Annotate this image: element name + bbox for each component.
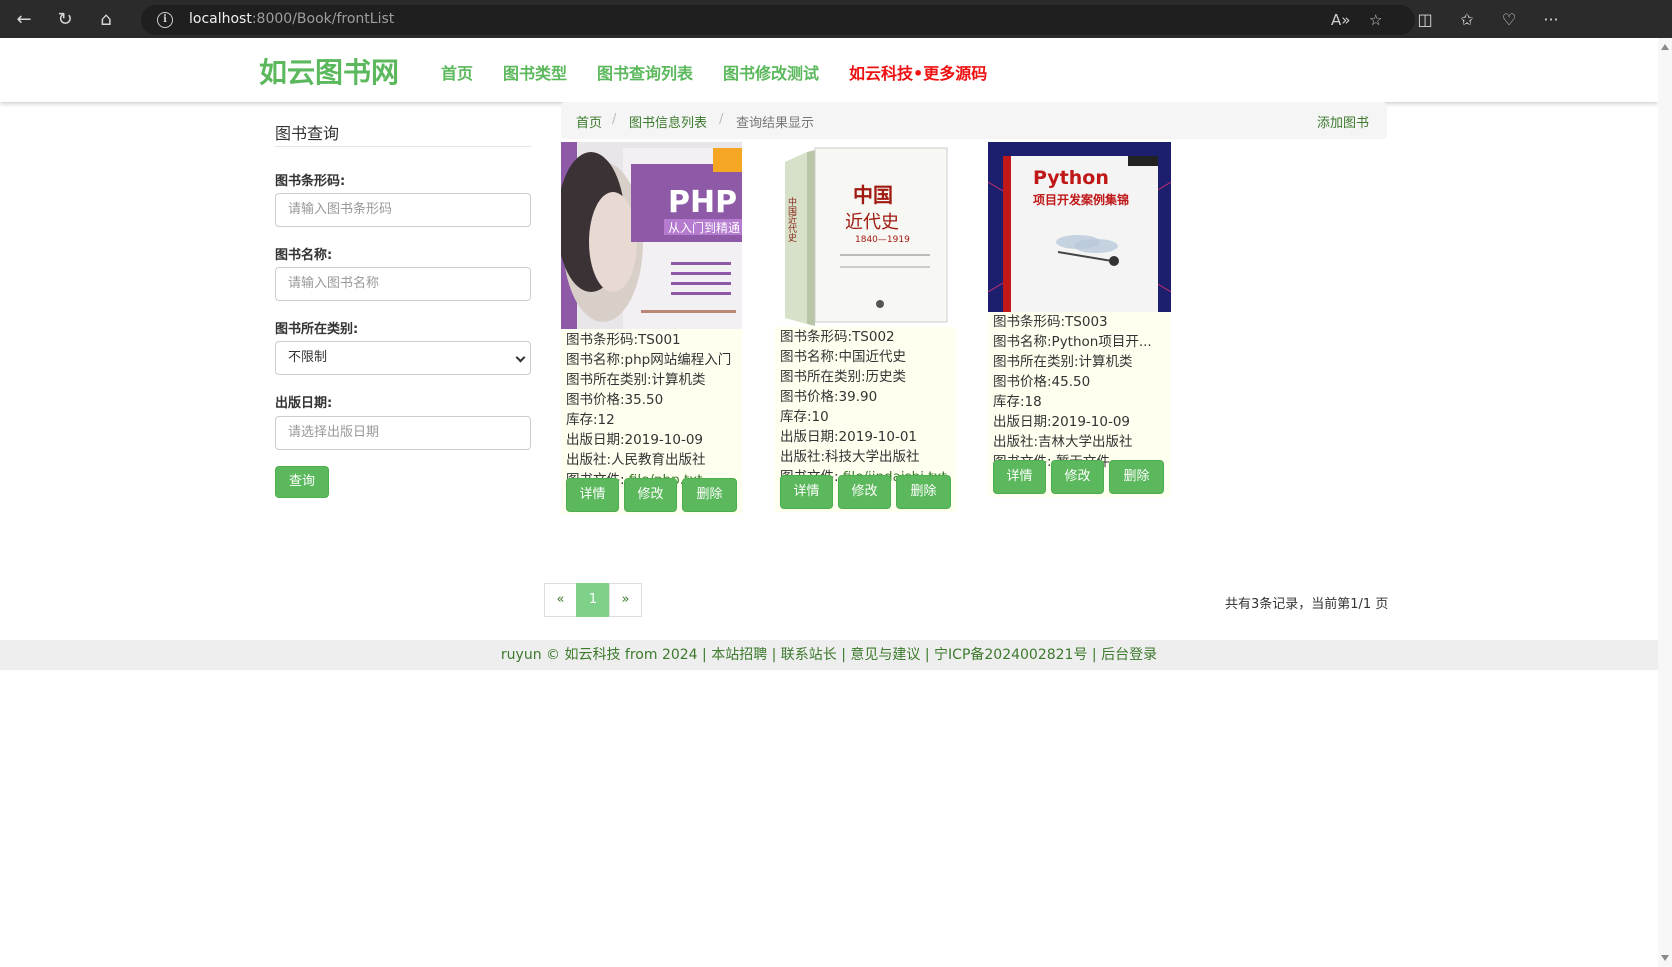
book-stock: 库存:12 bbox=[566, 412, 615, 428]
cover-title-text: PHP bbox=[668, 185, 737, 220]
book-info: 图书条形码:TS001 图书名称:php网站编程入门 图书所在类别:计算机类 图… bbox=[566, 330, 731, 490]
page-scrollbar[interactable] bbox=[1658, 38, 1672, 967]
address-url[interactable]: localhost:8000/Book/frontList bbox=[189, 11, 394, 27]
delete-button[interactable]: 删除 bbox=[682, 478, 737, 512]
book-price: 图书价格:35.50 bbox=[566, 392, 664, 408]
reload-icon[interactable]: ↻ bbox=[52, 7, 78, 33]
book-category: 图书所在类别:计算机类 bbox=[993, 354, 1133, 370]
site-footer: ruyun © 如云科技 from 2024 | 本站招聘 | 联系站长 | 意… bbox=[0, 640, 1658, 670]
site-brand[interactable]: 如云图书网 bbox=[259, 51, 399, 91]
publish-date-input[interactable]: 请选择出版日期 bbox=[275, 416, 531, 450]
edit-button[interactable]: 修改 bbox=[624, 478, 677, 512]
book-name: 图书名称:中国近代史 bbox=[780, 349, 907, 365]
site-header: 如云图书网 首页 图书类型 图书查询列表 图书修改测试 如云科技•更多源码 bbox=[0, 38, 1658, 102]
site-info-icon[interactable]: i bbox=[157, 12, 173, 28]
breadcrumb: 首页 / 图书信息列表 / 查询结果显示 添加图书 bbox=[561, 102, 1387, 139]
publish-date-label: 出版日期: bbox=[275, 396, 333, 411]
sidebar-divider bbox=[275, 146, 531, 147]
pagination-page-1[interactable]: 1 bbox=[576, 583, 610, 617]
book-name: 图书名称:Python项目开... bbox=[993, 334, 1152, 350]
book-cover-image[interactable]: Python 项目开发案例集锦 bbox=[988, 142, 1171, 312]
category-label: 图书所在类别: bbox=[275, 322, 359, 337]
detail-button[interactable]: 详情 bbox=[993, 460, 1046, 494]
chevron-down-icon bbox=[515, 352, 526, 363]
book-price: 图书价格:39.90 bbox=[780, 389, 878, 405]
delete-button[interactable]: 删除 bbox=[896, 475, 951, 509]
more-menu-icon[interactable]: ··· bbox=[1538, 7, 1564, 33]
book-barcode: 图书条形码:TS003 bbox=[993, 314, 1108, 330]
svg-text:近代史: 近代史 bbox=[845, 212, 899, 233]
nav-book-edit-test[interactable]: 图书修改测试 bbox=[723, 60, 819, 84]
cover-subtitle-text: 从入门到精通 bbox=[668, 220, 740, 235]
book-stock: 库存:10 bbox=[780, 409, 829, 425]
nav-book-query-list[interactable]: 图书查询列表 bbox=[597, 60, 693, 84]
book-category: 图书所在类别:历史类 bbox=[780, 369, 907, 385]
book-publish-date: 出版日期:2019-10-01 bbox=[780, 429, 918, 445]
svg-text:中国: 中国 bbox=[853, 183, 893, 207]
address-bar[interactable]: i localhost:8000/Book/frontList A» ☆ bbox=[141, 5, 1415, 35]
detail-button[interactable]: 详情 bbox=[780, 475, 833, 509]
book-card: 中国近代史 中国 近代史 1840—1919 图书条形码:TS002 图书名称:… bbox=[775, 142, 956, 512]
breadcrumb-separator: / bbox=[719, 112, 724, 127]
book-publish-date: 出版日期:2019-10-09 bbox=[993, 414, 1131, 430]
book-cover-image[interactable]: PHP 从入门到精通 bbox=[561, 142, 742, 329]
book-price: 图书价格:45.50 bbox=[993, 374, 1091, 390]
page-viewport: 如云图书网 首页 图书类型 图书查询列表 图书修改测试 如云科技•更多源码 图书… bbox=[0, 38, 1672, 967]
category-selected-value: 不限制 bbox=[288, 350, 328, 365]
browser-essentials-icon[interactable]: ♡ bbox=[1496, 7, 1522, 33]
breadcrumb-separator: / bbox=[612, 112, 617, 127]
scroll-up-icon[interactable] bbox=[1661, 44, 1669, 50]
add-book-link[interactable]: 添加图书 bbox=[1317, 112, 1369, 131]
scroll-down-icon[interactable] bbox=[1661, 955, 1669, 961]
name-label: 图书名称: bbox=[275, 248, 333, 263]
book-info: 图书条形码:TS003 图书名称:Python项目开... 图书所在类别:计算机… bbox=[993, 312, 1152, 472]
nav-book-types[interactable]: 图书类型 bbox=[503, 60, 567, 84]
query-button[interactable]: 查询 bbox=[275, 466, 329, 498]
sidebar-title: 图书查询 bbox=[275, 124, 340, 143]
book-barcode: 图书条形码:TS001 bbox=[566, 332, 681, 348]
book-info: 图书条形码:TS002 图书名称:中国近代史 图书所在类别:历史类 图书价格:3… bbox=[780, 327, 947, 487]
breadcrumb-book-list[interactable]: 图书信息列表 bbox=[629, 112, 707, 131]
home-icon[interactable]: ⌂ bbox=[93, 7, 119, 33]
book-publish-date: 出版日期:2019-10-09 bbox=[566, 432, 704, 448]
cover-subtitle-text: 1840—1919 bbox=[855, 235, 910, 245]
read-aloud-icon[interactable]: A» bbox=[1331, 11, 1350, 29]
favorites-icon[interactable]: ✩ bbox=[1454, 7, 1480, 33]
nav-promo-link[interactable]: 如云科技•更多源码 bbox=[849, 60, 987, 84]
nav-home[interactable]: 首页 bbox=[441, 60, 473, 84]
book-barcode: 图书条形码:TS002 bbox=[780, 329, 895, 345]
back-icon[interactable]: ← bbox=[11, 7, 37, 33]
barcode-label: 图书条形码: bbox=[275, 174, 346, 189]
book-card: PHP 从入门到精通 图书条形码:TS001 图书名称:php网站编程入门 图书… bbox=[561, 142, 742, 514]
book-publisher: 出版社:科技大学出版社 bbox=[780, 449, 920, 465]
pagination: « 1 » bbox=[544, 583, 642, 617]
cover-subtitle-text: 项目开发案例集锦 bbox=[1033, 192, 1129, 207]
edit-button[interactable]: 修改 bbox=[1051, 460, 1104, 494]
split-screen-icon[interactable]: ◫ bbox=[1412, 7, 1438, 33]
book-publisher: 出版社:吉林大学出版社 bbox=[993, 434, 1133, 450]
name-input[interactable]: 请输入图书名称 bbox=[275, 267, 531, 301]
pagination-prev[interactable]: « bbox=[544, 583, 577, 617]
breadcrumb-current: 查询结果显示 bbox=[736, 116, 815, 131]
edit-button[interactable]: 修改 bbox=[838, 475, 891, 509]
svg-text:中国近代史: 中国近代史 bbox=[786, 196, 797, 243]
category-select[interactable]: 不限制 bbox=[275, 341, 531, 375]
book-name: 图书名称:php网站编程入门 bbox=[566, 352, 732, 368]
breadcrumb-home[interactable]: 首页 bbox=[576, 112, 602, 131]
book-category: 图书所在类别:计算机类 bbox=[566, 372, 706, 388]
favorite-star-icon[interactable]: ☆ bbox=[1369, 11, 1382, 29]
cover-title-text: Python bbox=[1033, 167, 1109, 189]
book-stock: 库存:18 bbox=[993, 394, 1042, 410]
delete-button[interactable]: 删除 bbox=[1109, 460, 1164, 494]
book-cover-image[interactable]: 中国近代史 中国 近代史 1840—1919 bbox=[775, 142, 956, 327]
book-publisher: 出版社:人民教育出版社 bbox=[566, 452, 706, 468]
pagination-info: 共有3条记录，当前第1/1 页 bbox=[1225, 597, 1389, 612]
book-card: Python 项目开发案例集锦 图书条形码:TS003 图书名称:Python项… bbox=[988, 142, 1171, 497]
pagination-next[interactable]: » bbox=[609, 583, 642, 617]
browser-toolbar: ← ↻ ⌂ i localhost:8000/Book/frontList A»… bbox=[0, 0, 1672, 38]
detail-button[interactable]: 详情 bbox=[566, 478, 619, 512]
barcode-input[interactable]: 请输入图书条形码 bbox=[275, 193, 531, 227]
